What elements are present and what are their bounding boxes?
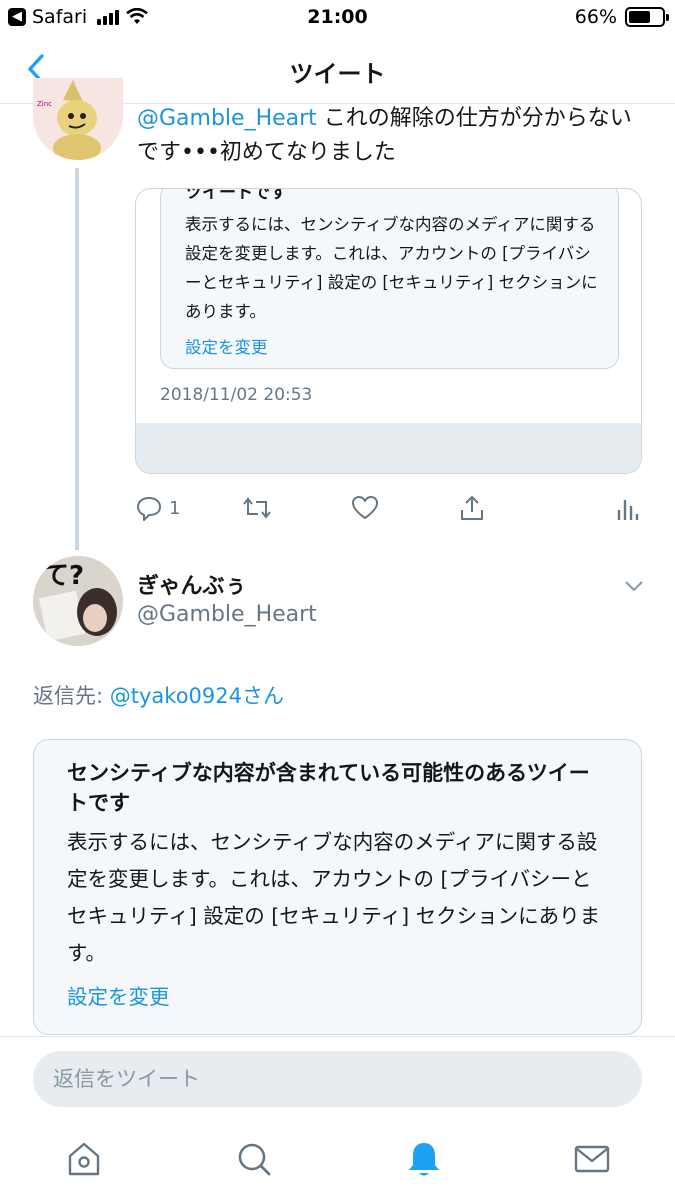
quoted-timestamp: 2018/11/02 20:53 (160, 385, 313, 405)
parent-tweet-text: @Gamble_Heart これの解除の仕方が分からないです•••初めてなりまし… (137, 102, 647, 170)
change-settings-link[interactable]: 設定を変更 (67, 980, 170, 1010)
svg-text:Zinc: Zinc (37, 100, 52, 108)
status-bar: ◀ Safari 21:00 66% (0, 0, 675, 34)
analytics-button[interactable] (615, 490, 639, 526)
tab-bar (0, 1120, 675, 1200)
replying-to-mention[interactable]: @tyako0924さん (110, 684, 284, 708)
status-right: 66% (574, 6, 669, 28)
sensitive-notice-title: センシティブな内容が含まれている可能性のあるツイートです (67, 761, 590, 815)
mimikyu-avatar-image: Zinc (33, 78, 123, 160)
status-time: 21:00 (307, 6, 368, 28)
battery-percent: 66% (574, 6, 617, 28)
replying-to-label: 返信先: (33, 684, 110, 708)
parent-tweet-mention[interactable]: @Gamble_Heart (137, 106, 317, 131)
parent-tweet-actions: 1 (135, 490, 645, 526)
author-avatar[interactable]: て? (33, 556, 123, 646)
home-icon[interactable] (64, 1138, 104, 1180)
reply-icon (137, 497, 161, 521)
svg-text:て?: て? (43, 561, 84, 591)
reply-input[interactable] (33, 1051, 642, 1107)
reply-button[interactable]: 1 (135, 490, 180, 526)
messages-icon[interactable] (572, 1138, 612, 1180)
parent-tweet-avatar[interactable]: Zinc (33, 78, 123, 160)
quoted-screenshot-card[interactable]: ツイートです 表示するには、センシティブな内容のメディアに関する設定を変更します… (135, 188, 642, 474)
retweet-button[interactable] (241, 490, 273, 526)
quoted-notice-body: 表示するには、センシティブな内容のメディアに関する設定を変更します。これは、アカ… (185, 215, 598, 321)
reply-count: 1 (169, 497, 181, 519)
sensitive-notice-body: 表示するには、センシティブな内容のメディアに関する設定を変更します。これは、アカ… (67, 830, 601, 965)
reply-composer-bar (0, 1036, 675, 1120)
author-handle[interactable]: @Gamble_Heart (137, 602, 317, 627)
share-icon (461, 495, 483, 520)
quoted-footer-bar (136, 423, 641, 473)
notifications-bell-icon[interactable] (404, 1138, 444, 1180)
chevron-down-icon[interactable] (622, 576, 646, 596)
battery-icon (625, 7, 669, 27)
author-display-name[interactable]: ぎゃんぶぅ (137, 568, 247, 600)
share-button[interactable] (458, 490, 486, 526)
author-avatar-image: て? (33, 556, 123, 646)
quoted-sensitive-notice: ツイートです 表示するには、センシティブな内容のメディアに関する設定を変更します… (160, 188, 619, 369)
search-icon[interactable] (234, 1138, 274, 1180)
retweet-icon (243, 497, 271, 519)
heart-icon (352, 496, 378, 519)
analytics-icon (617, 500, 639, 520)
quoted-notice-title: ツイートです (185, 188, 287, 203)
quoted-change-settings-link: 設定を変更 (185, 338, 268, 357)
like-button[interactable] (351, 490, 379, 526)
replying-to: 返信先: @tyako0924さん (33, 680, 284, 710)
thread-connector-line (75, 168, 79, 550)
sensitive-content-notice: センシティブな内容が含まれている可能性のあるツイートです 表示するには、センシテ… (33, 739, 642, 1035)
